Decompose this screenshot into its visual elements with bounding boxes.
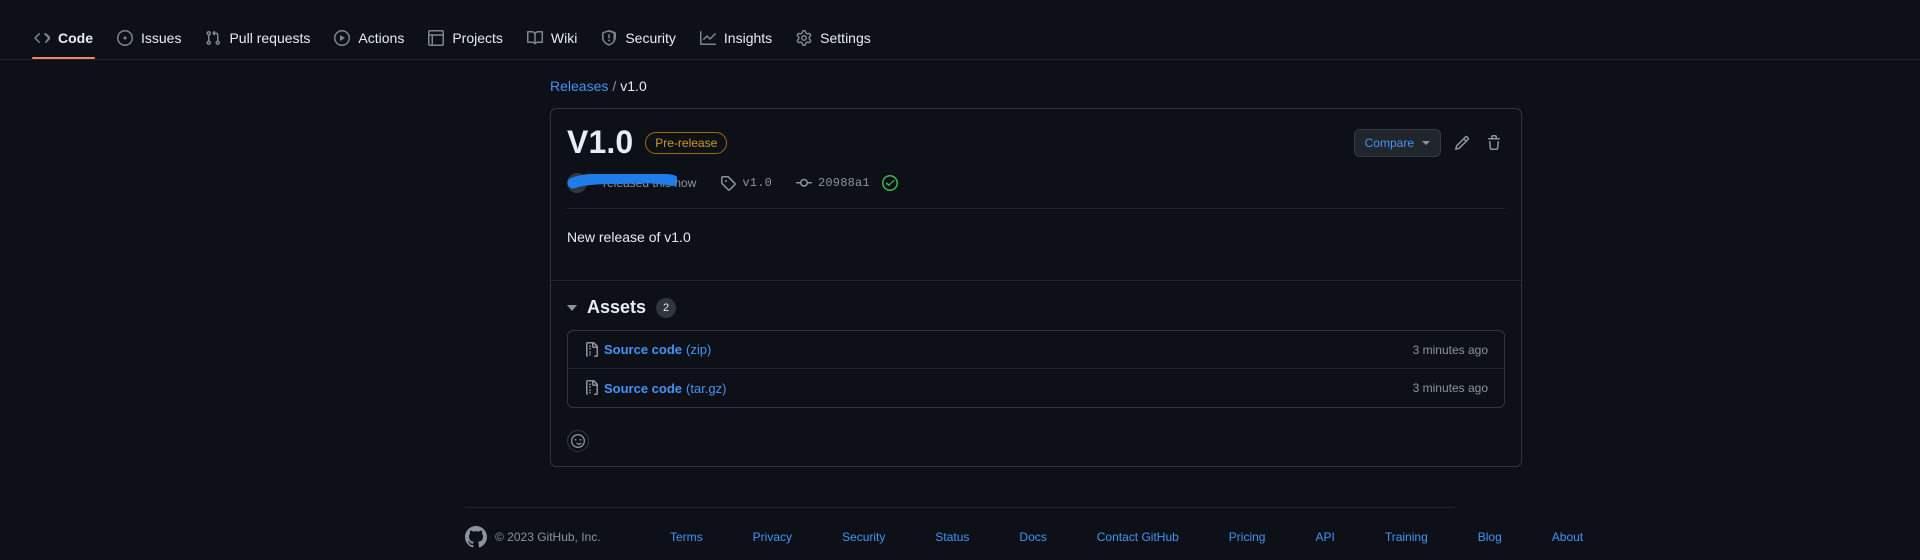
nav-tab-label: Code [58, 30, 93, 46]
header-divider [567, 208, 1505, 209]
nav-tab-label: Pull requests [229, 30, 310, 46]
add-reaction-button[interactable] [567, 430, 589, 452]
chevron-down-icon [1422, 141, 1430, 145]
nav-tab-label: Actions [358, 30, 404, 46]
graph-icon [700, 30, 716, 46]
prerelease-badge: Pre-release [645, 132, 727, 154]
release-tag-label: v1.0 [742, 176, 772, 190]
footer-link-about[interactable]: About [1527, 530, 1608, 544]
release-header-row: V1.0 Pre-release Compare [567, 125, 1505, 160]
asset-left: Source code (tar.gz) [584, 380, 727, 396]
footer-link-api[interactable]: API [1290, 530, 1359, 544]
compare-button[interactable]: Compare [1354, 129, 1441, 157]
gear-icon [796, 30, 812, 46]
nav-tab-label: Insights [724, 30, 772, 46]
table-row[interactable]: Source code (tar.gz) 3 minutes ago [568, 369, 1504, 407]
assets-title: Assets [587, 297, 646, 318]
assets-header[interactable]: Assets 2 [567, 297, 1505, 318]
shield-icon [601, 30, 617, 46]
nav-tab-wiki[interactable]: Wiki [517, 22, 587, 59]
nav-tab-label: Wiki [551, 30, 577, 46]
release-body: New release of v1.0 [551, 209, 1521, 280]
breadcrumb-separator: / [612, 78, 616, 94]
nav-tab-code[interactable]: Code [24, 22, 103, 59]
book-icon [527, 30, 543, 46]
page-footer: © 2023 GitHub, Inc. Terms Privacy Securi… [465, 507, 1455, 548]
nav-tab-label: Security [625, 30, 676, 46]
repo-nav-list: Code Issues Pull requests Actions Projec [24, 22, 881, 59]
play-icon [334, 30, 350, 46]
nav-tab-projects[interactable]: Projects [418, 22, 513, 59]
asset-extension: (tar.gz) [686, 381, 726, 396]
asset-extension: (zip) [686, 342, 711, 357]
footer-link-blog[interactable]: Blog [1453, 530, 1527, 544]
release-title: V1.0 [567, 125, 633, 160]
file-zip-icon [584, 342, 600, 358]
breadcrumb: Releases/v1.0 [550, 78, 1455, 94]
footer-link-terms[interactable]: Terms [645, 530, 728, 544]
avatar [567, 173, 587, 193]
git-pull-request-icon [205, 30, 221, 46]
table-icon [428, 30, 444, 46]
pencil-icon [1454, 135, 1470, 151]
repo-nav: Code Issues Pull requests Actions Projec [0, 0, 1920, 60]
footer-link-privacy[interactable]: Privacy [728, 530, 817, 544]
asset-left: Source code (zip) [584, 342, 711, 358]
tag-icon [720, 175, 736, 191]
nav-tab-label: Projects [452, 30, 503, 46]
release-tag-chip: v1.0 [720, 175, 772, 191]
reactions-bar [551, 420, 1521, 466]
nav-tab-label: Issues [141, 30, 181, 46]
footer-link-pricing[interactable]: Pricing [1204, 530, 1291, 544]
footer-brand: © 2023 GitHub, Inc. [465, 526, 645, 548]
release-commit-chip: 20988a1 [796, 175, 898, 191]
asset-name-link[interactable]: Source code [604, 342, 682, 357]
nav-tab-issues[interactable]: Issues [107, 22, 191, 59]
smiley-icon [571, 434, 585, 448]
table-row[interactable]: Source code (zip) 3 minutes ago [568, 331, 1504, 369]
git-commit-icon [796, 175, 812, 191]
nav-tab-insights[interactable]: Insights [690, 22, 782, 59]
nav-tab-actions[interactable]: Actions [324, 22, 414, 59]
release-commit-hash[interactable]: 20988a1 [818, 176, 870, 190]
issue-opened-icon [117, 30, 133, 46]
assets-section: Assets 2 Source code (zip) 3 minutes ago [551, 280, 1521, 420]
assets-count-badge: 2 [656, 298, 676, 318]
breadcrumb-current: v1.0 [620, 78, 646, 94]
nav-tab-security[interactable]: Security [591, 22, 686, 59]
verified-check-icon [882, 175, 898, 191]
footer-link-docs[interactable]: Docs [994, 530, 1071, 544]
copyright-text: © 2023 GitHub, Inc. [495, 530, 601, 544]
release-card: V1.0 Pre-release Compare [550, 108, 1522, 467]
release-header: V1.0 Pre-release Compare [551, 109, 1521, 209]
code-icon [34, 30, 50, 46]
footer-link-contact-github[interactable]: Contact GitHub [1072, 530, 1204, 544]
asset-timestamp: 3 minutes ago [1413, 343, 1488, 357]
nav-tab-label: Settings [820, 30, 871, 46]
breadcrumb-releases-link[interactable]: Releases [550, 78, 608, 94]
footer-link-training[interactable]: Training [1360, 530, 1453, 544]
footer-link-status[interactable]: Status [910, 530, 994, 544]
page-body: Releases/v1.0 V1.0 Pre-release Compare [0, 60, 1920, 548]
delete-release-button[interactable] [1483, 132, 1505, 154]
nav-tab-settings[interactable]: Settings [786, 22, 881, 59]
nav-tab-pull-requests[interactable]: Pull requests [195, 22, 320, 59]
release-author-group: released this now [567, 173, 696, 193]
asset-timestamp: 3 minutes ago [1413, 381, 1488, 395]
assets-table: Source code (zip) 3 minutes ago Source c… [567, 330, 1505, 408]
release-meta-row: released this now v1.0 [567, 172, 1505, 194]
file-zip-icon [584, 380, 600, 396]
footer-link-security[interactable]: Security [817, 530, 910, 544]
content-wrapper: Releases/v1.0 V1.0 Pre-release Compare [465, 78, 1455, 467]
released-text: released this now [603, 176, 696, 190]
trash-icon [1486, 135, 1502, 151]
edit-release-button[interactable] [1451, 132, 1473, 154]
github-logo-icon [465, 526, 487, 548]
release-title-block: V1.0 Pre-release [567, 125, 727, 160]
footer-links: Terms Privacy Security Status Docs Conta… [645, 530, 1608, 544]
compare-button-label: Compare [1365, 136, 1414, 150]
chevron-down-icon [567, 305, 577, 311]
release-actions: Compare [1354, 125, 1505, 157]
asset-name-link[interactable]: Source code [604, 381, 682, 396]
